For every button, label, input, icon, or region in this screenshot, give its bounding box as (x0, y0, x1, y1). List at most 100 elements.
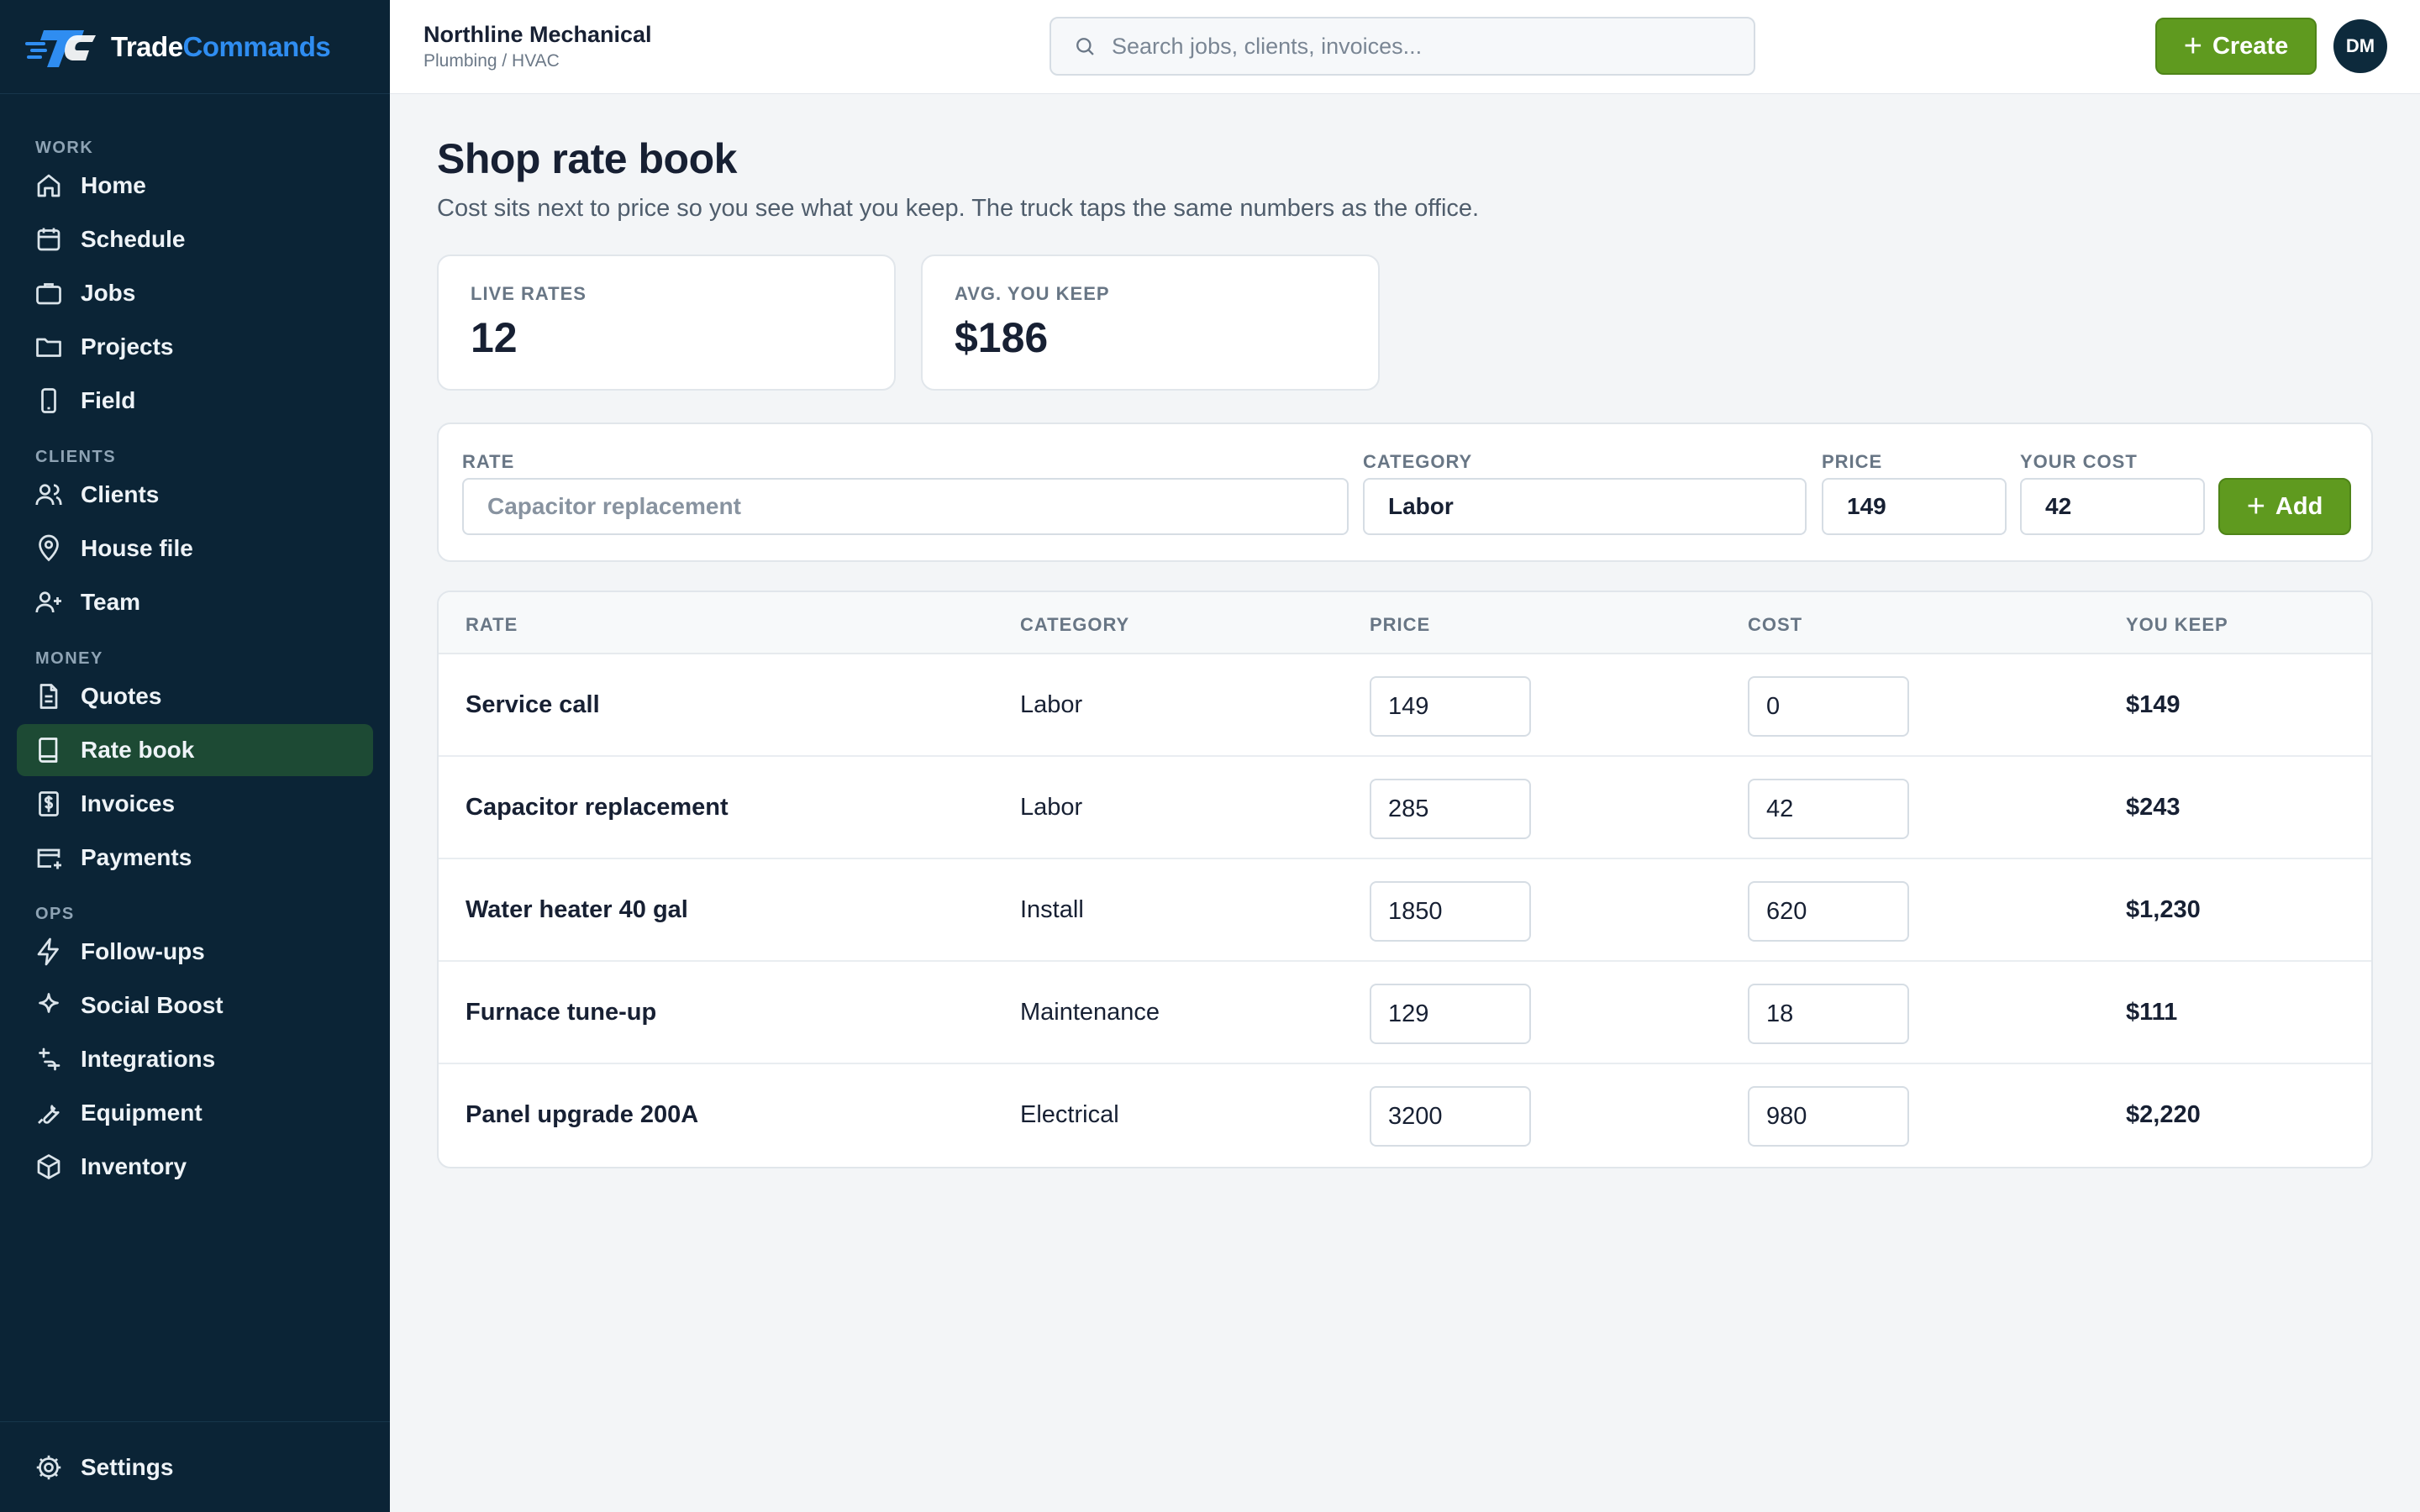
rate-category: Install (1020, 895, 1084, 923)
plus-icon: + (2246, 489, 2265, 524)
search-input[interactable] (1112, 33, 1733, 60)
price-input[interactable] (1822, 478, 2007, 535)
column-header-price: PRICE (1370, 614, 1431, 635)
rate-category: Labor (1020, 793, 1083, 821)
sidebar-item-jobs[interactable]: Jobs (17, 267, 373, 319)
sidebar-item-house-file[interactable]: House file (17, 522, 373, 575)
table-row: Furnace tune-up Maintenance $111 (439, 962, 2371, 1064)
create-button[interactable]: + Create (2155, 18, 2317, 75)
sidebar-item-clients[interactable]: Clients (17, 469, 373, 521)
category-input[interactable] (1363, 478, 1807, 535)
page-subtitle: Cost sits next to price so you see what … (437, 195, 1480, 222)
folder-icon (34, 332, 64, 362)
sidebar-item-follow-ups[interactable]: Follow-ups (17, 926, 373, 978)
add-button-label: Add (2275, 492, 2323, 520)
home-icon (34, 171, 64, 201)
rate-you-keep: $149 (2126, 690, 2181, 718)
zap-icon (34, 937, 64, 967)
org-trade: Plumbing / HVAC (424, 51, 560, 71)
stats-row: LIVE RATES 12 AVG. YOU KEEP $186 (437, 255, 2373, 391)
users-icon (34, 480, 64, 510)
book-icon (34, 735, 64, 765)
table-row: Panel upgrade 200A Electrical $2,220 (439, 1064, 2371, 1167)
page-title: Shop rate book (437, 135, 737, 182)
calendar-icon (34, 224, 64, 255)
gear-icon (34, 1452, 64, 1483)
sidebar-item-home[interactable]: Home (17, 160, 373, 212)
briefcase-icon (34, 278, 64, 308)
cost-input[interactable] (2020, 478, 2205, 535)
sidebar-item-field[interactable]: Field (17, 375, 373, 427)
rate-name: Service call (466, 690, 600, 718)
rate-you-keep: $111 (2126, 998, 2178, 1026)
org-name: Northline Mechanical (424, 22, 652, 47)
rate-you-keep: $243 (2126, 793, 2181, 821)
row-cost-input[interactable] (1748, 676, 1909, 737)
brand-name: TradeCommands (111, 30, 331, 63)
rate-name: Water heater 40 gal (466, 895, 688, 923)
wrench-icon (34, 1098, 64, 1128)
nav-section-ops: OPS (35, 905, 75, 923)
avatar[interactable]: DM (2333, 19, 2387, 73)
sidebar-item-label: Schedule (81, 226, 186, 252)
add-rate-form: RATE CATEGORY PRICE YOUR COST + Add (437, 423, 2373, 562)
sidebar-item-label: Rate book (81, 737, 195, 763)
column-header-you-keep: YOU KEEP (2126, 614, 2228, 635)
rate-field-label: RATE (462, 451, 515, 472)
stat-card-avg-keep: AVG. YOU KEEP $186 (921, 255, 1380, 391)
sidebar-item-integrations[interactable]: Integrations (17, 1033, 373, 1085)
column-header-cost: COST (1748, 614, 1803, 635)
org-switcher[interactable]: Northline Mechanical Plumbing / HVAC (424, 22, 652, 71)
sparkle-icon (34, 990, 64, 1021)
brand[interactable]: TradeCommands (0, 0, 390, 94)
sidebar-item-settings[interactable]: Settings (17, 1441, 373, 1494)
card-plus-icon (34, 843, 64, 873)
sidebar-item-inventory[interactable]: Inventory (17, 1141, 373, 1193)
sidebar-item-label: Home (81, 172, 146, 198)
topbar: Northline Mechanical Plumbing / HVAC + C… (390, 0, 2420, 94)
row-price-input[interactable] (1370, 676, 1531, 737)
rate-you-keep: $2,220 (2126, 1100, 2201, 1128)
map-pin-icon (34, 533, 64, 564)
sidebar-item-invoices[interactable]: Invoices (17, 778, 373, 830)
sidebar-item-schedule[interactable]: Schedule (17, 213, 373, 265)
sidebar-item-projects[interactable]: Projects (17, 321, 373, 373)
row-cost-input[interactable] (1748, 1086, 1909, 1147)
file-text-icon (34, 681, 64, 711)
sidebar-item-label: Integrations (81, 1046, 216, 1072)
nav-section-clients: CLIENTS (35, 448, 117, 466)
nav-section-money: MONEY (35, 649, 103, 668)
phone-icon (34, 386, 64, 416)
sidebar-footer: Settings (0, 1421, 390, 1512)
rate-category: Electrical (1020, 1100, 1119, 1128)
sidebar-item-social-boost[interactable]: Social Boost (17, 979, 373, 1032)
row-price-input[interactable] (1370, 984, 1531, 1044)
rate-name-input[interactable] (462, 478, 1349, 535)
sidebar-item-label: Settings (81, 1453, 174, 1480)
app-root: TradeCommands WORK Home Schedule Jobs Pr… (0, 0, 2420, 1512)
table-row: Capacitor replacement Labor $243 (439, 757, 2371, 859)
sidebar-item-label: Payments (81, 844, 192, 870)
sidebar-item-label: Follow-ups (81, 938, 205, 964)
sidebar-item-equipment[interactable]: Equipment (17, 1087, 373, 1139)
sidebar-item-team[interactable]: Team (17, 576, 373, 628)
sidebar-item-label: Jobs (81, 280, 136, 306)
row-cost-input[interactable] (1748, 779, 1909, 839)
integration-icon (34, 1044, 64, 1074)
row-cost-input[interactable] (1748, 881, 1909, 942)
sidebar-item-payments[interactable]: Payments (17, 832, 373, 884)
category-field-label: CATEGORY (1363, 451, 1473, 472)
row-price-input[interactable] (1370, 779, 1531, 839)
brand-name-part1: Trade (111, 30, 183, 62)
sidebar-item-label: Team (81, 589, 141, 615)
sidebar-item-quotes[interactable]: Quotes (17, 670, 373, 722)
brand-name-part2: Commands (182, 30, 331, 62)
add-rate-button[interactable]: + Add (2218, 478, 2351, 535)
row-price-input[interactable] (1370, 1086, 1531, 1147)
user-plus-icon (34, 587, 64, 617)
search-icon (1076, 38, 1094, 55)
row-cost-input[interactable] (1748, 984, 1909, 1044)
sidebar-item-rate-book[interactable]: Rate book (17, 724, 373, 776)
search-bar[interactable] (1050, 17, 1755, 76)
row-price-input[interactable] (1370, 881, 1531, 942)
